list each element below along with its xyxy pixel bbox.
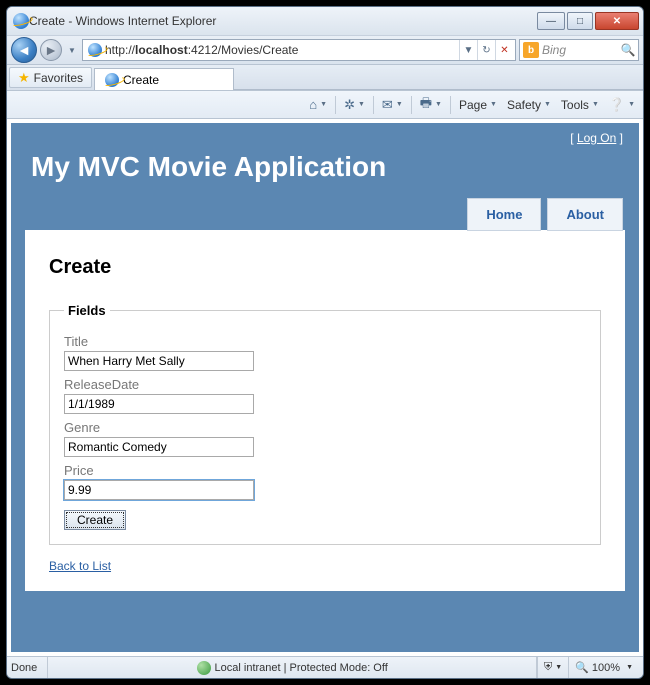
maximize-button[interactable]: □ [567,12,593,30]
favorites-label: Favorites [34,71,83,85]
tools-menu[interactable]: Tools▼ [557,96,603,114]
app-title: My MVC Movie Application [11,145,639,197]
security-zone[interactable]: Local intranet | Protected Mode: Off [47,657,537,678]
bracket: ] [616,131,623,145]
bracket: [ [570,131,577,145]
search-button[interactable]: 🔍 [618,43,638,57]
zoom-value: 100% [592,662,620,674]
logon-area: [ Log On ] [11,123,639,145]
separator [335,96,336,114]
protected-mode-toggle[interactable]: ⛨▼ [537,657,568,678]
zoom-icon: 🔍 [575,661,589,674]
status-bar: Done Local intranet | Protected Mode: Of… [7,656,643,678]
stop-button[interactable]: ✕ [495,40,513,60]
status-text: Done [11,662,47,674]
label-price: Price [64,463,586,478]
ie-icon [13,13,29,29]
window-title: Create - Windows Internet Explorer [29,14,537,28]
fields-fieldset: Fields Title ReleaseDate Genre Price Cre… [49,303,601,545]
input-price[interactable] [64,480,254,500]
separator [450,96,451,114]
main-panel: Create Fields Title ReleaseDate Genre Pr… [25,230,625,591]
input-releasedate[interactable] [64,394,254,414]
rss-icon: ✲ [344,97,355,113]
tab-strip-spacer [234,65,643,90]
mail-icon: ✉ [382,97,393,113]
logon-link[interactable]: Log On [577,131,616,145]
page-icon [88,43,102,57]
print-button[interactable]: 🖶▼ [416,92,446,118]
nav-bar: ◄ ► ▼ http://localhost:4212/Movies/Creat… [7,35,643,65]
tabs-row: ★ Favorites Create [7,65,643,91]
refresh-button[interactable]: ↻ [477,40,495,60]
help-button[interactable]: ❔▼ [605,95,639,115]
page-heading: Create [49,256,601,279]
create-button[interactable]: Create [64,510,126,530]
command-bar: ⌂▼ ✲▼ ✉▼ 🖶▼ Page▼ Safety▼ Tools▼ ❔▼ [7,91,643,119]
shield-icon: ⛨ [544,661,552,674]
url-text: http://localhost:4212/Movies/Create [105,43,459,57]
screenshot-frame: Create - Windows Internet Explorer — □ ✕… [0,0,650,685]
forward-button[interactable]: ► [40,39,62,61]
back-button[interactable]: ◄ [11,37,37,63]
nav-home[interactable]: Home [467,198,541,231]
favorites-button[interactable]: ★ Favorites [9,67,92,88]
fieldset-legend: Fields [64,303,110,318]
safety-menu[interactable]: Safety▼ [503,96,555,114]
label-genre: Genre [64,420,586,435]
browser-tab[interactable]: Create [94,68,234,90]
bing-icon: b [523,42,539,58]
page-menu[interactable]: Page▼ [455,96,501,114]
label-title: Title [64,334,586,349]
back-to-list-link[interactable]: Back to List [49,559,111,573]
nav-about[interactable]: About [547,198,623,231]
zone-text: Local intranet | Protected Mode: Off [215,662,388,674]
label-releasedate: ReleaseDate [64,377,586,392]
tab-favicon [105,73,119,87]
input-genre[interactable] [64,437,254,457]
help-icon: ❔ [609,97,625,113]
separator [373,96,374,114]
title-bar: Create - Windows Internet Explorer — □ ✕ [7,7,643,35]
page-body: [ Log On ] My MVC Movie Application Home… [11,123,639,652]
minimize-button[interactable]: — [537,12,565,30]
print-icon: 🖶 [420,94,432,116]
separator [411,96,412,114]
site-nav: Home About [11,198,639,231]
window-controls: — □ ✕ [537,12,639,30]
tab-title: Create [123,73,159,87]
zoom-control[interactable]: 🔍 100% ▼ [568,657,639,678]
mail-button[interactable]: ✉▼ [378,95,407,115]
home-icon: ⌂ [309,97,317,112]
feeds-button[interactable]: ✲▼ [340,95,369,115]
browser-window: Create - Windows Internet Explorer — □ ✕… [6,6,644,679]
globe-icon [197,661,211,675]
search-placeholder: Bing [542,43,618,57]
star-icon: ★ [18,70,30,86]
close-button[interactable]: ✕ [595,12,639,30]
search-box[interactable]: b Bing 🔍 [519,39,639,61]
nav-history-dropdown[interactable]: ▼ [65,39,79,61]
address-bar[interactable]: http://localhost:4212/Movies/Create ▼ ↻ … [82,39,516,61]
home-icon-button[interactable]: ⌂▼ [305,95,331,114]
input-title[interactable] [64,351,254,371]
address-dropdown[interactable]: ▼ [459,40,477,60]
viewport: [ Log On ] My MVC Movie Application Home… [7,119,643,656]
